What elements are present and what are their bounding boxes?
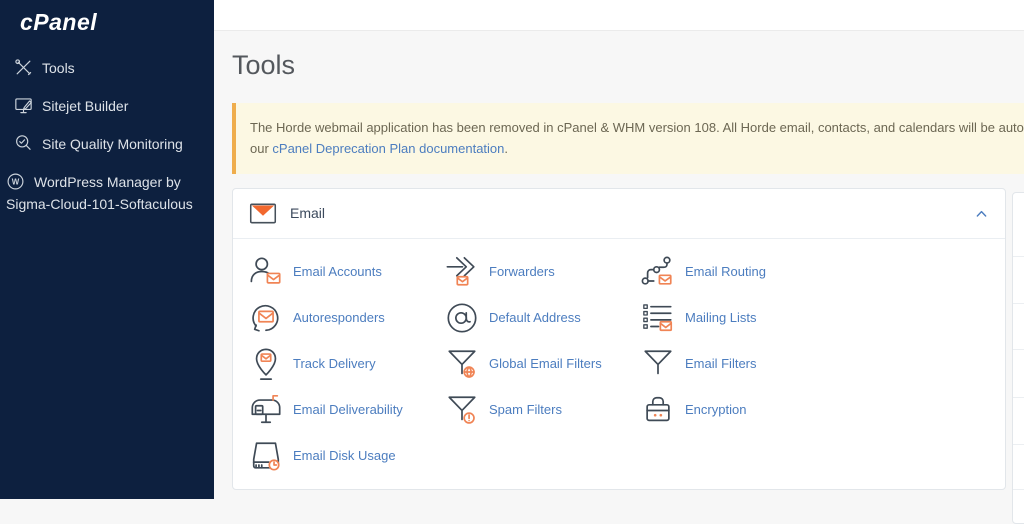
email-accounts-icon xyxy=(249,255,283,289)
email-tool-track-delivery[interactable]: Track Delivery xyxy=(249,347,445,381)
page-title: Tools xyxy=(232,31,1024,82)
tool-label: Email Deliverability xyxy=(293,402,403,417)
tool-label: Default Address xyxy=(489,310,581,325)
sitejet-icon xyxy=(14,96,33,115)
email-tool-spam-filters[interactable]: Spam Filters xyxy=(445,393,641,427)
site-quality-icon xyxy=(14,134,33,153)
top-bar xyxy=(214,0,1024,31)
tool-label: Track Delivery xyxy=(293,356,376,371)
email-tool-email-disk-usage[interactable]: Email Disk Usage xyxy=(249,439,445,473)
sidebar-item-site-quality[interactable]: Site Quality Monitoring xyxy=(0,125,214,163)
email-routing-icon xyxy=(641,255,675,289)
tool-label: Forwarders xyxy=(489,264,555,279)
email-filters-icon xyxy=(641,347,675,381)
track-delivery-icon xyxy=(249,347,283,381)
sidebar-item-label: Sitejet Builder xyxy=(42,98,128,114)
deprecation-plan-link[interactable]: cPanel Deprecation Plan documentation xyxy=(272,141,504,156)
wordpress-icon: W xyxy=(6,172,25,191)
autoresponders-icon xyxy=(249,301,283,335)
right-panel-divider xyxy=(1013,256,1024,257)
default-address-icon xyxy=(445,301,479,335)
tool-label: Email Accounts xyxy=(293,264,382,279)
tool-label: Spam Filters xyxy=(489,402,562,417)
email-tool-global-email-filters[interactable]: Global Email Filters xyxy=(445,347,641,381)
email-tool-email-deliverability[interactable]: Email Deliverability xyxy=(249,393,445,427)
email-deliverability-icon xyxy=(249,393,283,427)
notice-text-suffix: . xyxy=(504,141,508,156)
tool-label: Email Disk Usage xyxy=(293,448,396,463)
email-tool-mailing-lists[interactable]: Mailing Lists xyxy=(641,301,989,335)
spam-filters-icon xyxy=(445,393,479,427)
sidebar-item-label: WordPress Manager by Sigma-Cloud-101-Sof… xyxy=(6,174,193,212)
tool-label: Email Filters xyxy=(685,356,757,371)
sidebar-nav: Tools Sitejet Builder Site Quality Monit… xyxy=(0,49,214,223)
email-section-title: Email xyxy=(290,205,325,221)
right-panel-divider xyxy=(1013,397,1024,398)
encryption-icon xyxy=(641,393,675,427)
sidebar-item-wordpress[interactable]: WWordPress Manager by Sigma-Cloud-101-So… xyxy=(0,163,214,223)
tools-icon xyxy=(14,58,33,77)
tool-label: Email Routing xyxy=(685,264,766,279)
email-tool-default-address[interactable]: Default Address xyxy=(445,301,641,335)
email-section-card: Email Email Accounts Forwarders Email Ro… xyxy=(232,188,1006,490)
notice-text-line1: The Horde webmail application has been r… xyxy=(250,117,1024,138)
email-envelope-icon xyxy=(249,202,277,225)
email-tool-email-accounts[interactable]: Email Accounts xyxy=(249,255,445,289)
sidebar-item-tools[interactable]: Tools xyxy=(0,49,214,87)
email-tool-encryption[interactable]: Encryption xyxy=(641,393,989,427)
forwarders-icon xyxy=(445,255,479,289)
tool-label: Mailing Lists xyxy=(685,310,757,325)
email-tool-autoresponders[interactable]: Autoresponders xyxy=(249,301,445,335)
mailing-lists-icon xyxy=(641,301,675,335)
email-tool-email-routing[interactable]: Email Routing xyxy=(641,255,989,289)
svg-text:W: W xyxy=(12,177,20,186)
email-section-header[interactable]: Email xyxy=(233,189,1005,239)
tool-label: Encryption xyxy=(685,402,746,417)
sidebar-item-sitejet[interactable]: Sitejet Builder xyxy=(0,87,214,125)
tool-label: Global Email Filters xyxy=(489,356,602,371)
tool-label: Autoresponders xyxy=(293,310,385,325)
chevron-up-icon[interactable] xyxy=(974,206,989,221)
notice-text-line2: our cPanel Deprecation Plan documentatio… xyxy=(250,138,1024,159)
right-panel-divider xyxy=(1013,489,1024,490)
email-tools-grid: Email Accounts Forwarders Email Routing … xyxy=(233,239,1005,489)
sidebar-item-label: Tools xyxy=(42,60,75,76)
content-area: Tools The Horde webmail application has … xyxy=(214,31,1024,499)
cpanel-logo[interactable]: cPanel xyxy=(0,0,214,36)
right-panel-divider xyxy=(1013,303,1024,304)
email-tool-email-filters[interactable]: Email Filters xyxy=(641,347,989,381)
email-disk-usage-icon xyxy=(249,439,283,473)
right-panel-divider xyxy=(1013,349,1024,350)
email-tool-forwarders[interactable]: Forwarders xyxy=(445,255,641,289)
sidebar: cPanel Tools Sitejet Builder Site Qualit… xyxy=(0,0,214,499)
main-area: Tools The Horde webmail application has … xyxy=(214,0,1024,499)
right-edge-panel xyxy=(1012,192,1024,524)
right-panel-divider xyxy=(1013,444,1024,445)
sidebar-item-label: Site Quality Monitoring xyxy=(42,136,183,152)
notice-text-prefix: our xyxy=(250,141,272,156)
global-email-filters-icon xyxy=(445,347,479,381)
deprecation-notice: The Horde webmail application has been r… xyxy=(232,103,1024,174)
